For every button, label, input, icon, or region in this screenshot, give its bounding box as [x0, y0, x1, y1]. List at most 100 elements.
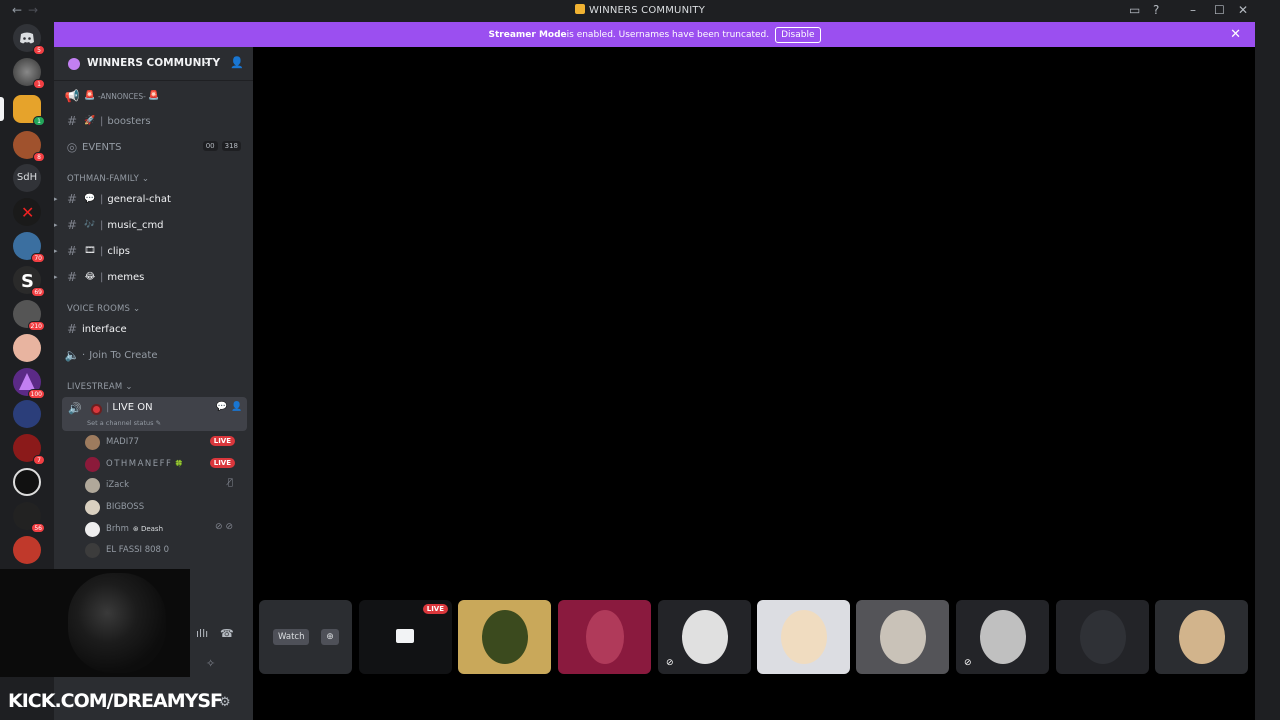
- server-icon[interactable]: 1: [13, 58, 45, 89]
- server-badge: 70: [31, 253, 45, 263]
- close-window-icon[interactable]: ✕: [1238, 3, 1248, 17]
- server-icon[interactable]: [13, 400, 41, 428]
- server-icon[interactable]: 1: [13, 95, 45, 126]
- voice-user[interactable]: OTHMANEFF 🍀 LIVE: [85, 454, 245, 474]
- thread-arrow-icon: ▸: [54, 247, 58, 255]
- svg-text:✕: ✕: [21, 203, 34, 222]
- channel-name: EVENTS: [82, 141, 122, 153]
- live-badge: LIVE: [209, 436, 235, 446]
- participant-tile[interactable]: [1155, 600, 1248, 674]
- stream-preview-tile[interactable]: Watch ⊕: [259, 600, 352, 674]
- server-icon[interactable]: 70: [13, 232, 45, 263]
- mic-muted-icon: 🎙̸: [227, 478, 233, 488]
- server-icon[interactable]: [13, 536, 41, 564]
- screen-share-tile[interactable]: LIVE: [359, 600, 452, 674]
- disconnect-icon[interactable]: ☎: [220, 627, 234, 640]
- server-icon[interactable]: 7: [13, 434, 45, 465]
- participant-tile[interactable]: [458, 600, 551, 674]
- discord-home-icon[interactable]: 5: [13, 24, 45, 55]
- participant-tile[interactable]: ⊘: [658, 600, 751, 674]
- minimize-icon[interactable]: –: [1190, 3, 1196, 17]
- add-member-icon[interactable]: 👤: [231, 402, 242, 412]
- server-icon: [574, 4, 585, 14]
- category-othman-family[interactable]: OTHMAN-FAMILY ⌄: [67, 174, 149, 184]
- avatar: [85, 521, 100, 537]
- voice-user[interactable]: BIGBOSS: [85, 497, 245, 517]
- server-icon[interactable]: ✕: [13, 198, 41, 226]
- disable-streamer-mode-button[interactable]: Disable: [775, 26, 821, 43]
- server-icon[interactable]: 210: [13, 300, 45, 331]
- channel-boosters[interactable]: # 🚀 | boosters: [62, 110, 245, 132]
- voice-user-name: EL FASSI 808 0: [106, 545, 170, 555]
- participant-tile[interactable]: [558, 600, 651, 674]
- channel-name: clips: [107, 245, 130, 257]
- server-icon[interactable]: [13, 468, 41, 496]
- channel-events[interactable]: ◎ EVENTS 00 318: [62, 136, 245, 158]
- activity-icon[interactable]: ✧: [206, 657, 215, 670]
- server-icon[interactable]: 8: [13, 131, 45, 162]
- channel-name: music_cmd: [107, 219, 164, 231]
- chevron-down-icon[interactable]: ⌄: [202, 56, 210, 67]
- category-voice-rooms[interactable]: VOICE ROOMS ⌄: [67, 304, 140, 314]
- voice-user-name: Brhm: [106, 524, 129, 534]
- events-counts: 00 318: [202, 141, 241, 151]
- divider: |: [106, 402, 110, 413]
- music-icon: 🎶: [84, 220, 96, 230]
- channel-status[interactable]: Set a channel status ✎: [87, 419, 161, 427]
- watch-button[interactable]: Watch: [273, 629, 310, 645]
- inbox-icon[interactable]: ▭: [1129, 3, 1140, 17]
- thread-arrow-icon: ▸: [54, 195, 58, 203]
- category-livestream[interactable]: LIVESTREAM ⌄: [67, 382, 133, 392]
- server-icon[interactable]: [13, 334, 41, 362]
- voice-user[interactable]: Brhm ⊛ Deash ⊘ ⊘: [85, 519, 245, 539]
- avatar: [85, 499, 100, 515]
- participant-tile[interactable]: ⊘: [956, 600, 1049, 674]
- laugh-icon: 😂: [84, 272, 96, 282]
- server-badge: 8: [33, 152, 45, 162]
- avatar: [781, 610, 827, 664]
- avatar: [482, 610, 528, 664]
- voice-user[interactable]: MADI77 LIVE: [85, 432, 245, 452]
- participant-tile[interactable]: [757, 600, 850, 674]
- avatar: [1179, 610, 1225, 664]
- channel-name: general-chat: [107, 193, 171, 205]
- server-icon[interactable]: 100: [13, 368, 45, 399]
- server-icon[interactable]: 56: [13, 502, 45, 533]
- avatar: [85, 434, 100, 450]
- avatar: [586, 610, 624, 664]
- channel-annonces[interactable]: 📢 🚨 -ANNONCES- 🚨: [62, 85, 245, 107]
- channel-join-to-create[interactable]: 🔈 · Join To Create: [62, 344, 245, 366]
- voice-user-name: OTHMANEFF: [106, 459, 173, 469]
- hash-icon: #: [66, 114, 78, 128]
- guild-icon: [68, 58, 80, 70]
- zoom-icon[interactable]: ⊕: [321, 629, 339, 645]
- server-badge: 69: [31, 287, 45, 297]
- channel-name: -ANNONCES-: [98, 91, 146, 101]
- guild-header[interactable]: WINNERS COMMUNITY ⌄ 👤: [54, 47, 253, 81]
- help-icon[interactable]: ?: [1153, 3, 1159, 17]
- voice-channel-live-on[interactable]: 🔊 | LIVE ON Set a channel status ✎ 💬 👤: [62, 397, 247, 431]
- chat-icon[interactable]: 💬: [216, 402, 227, 412]
- divider: |: [100, 115, 104, 127]
- category-label: VOICE ROOMS: [67, 304, 131, 314]
- channel-general-chat[interactable]: ▸ # 💬 | general-chat: [54, 188, 245, 210]
- participant-tile[interactable]: [1056, 600, 1149, 674]
- invite-people-icon[interactable]: 👤: [230, 56, 244, 69]
- close-banner-icon[interactable]: ✕: [1230, 27, 1241, 42]
- voice-user-name: MADI77: [106, 437, 140, 447]
- server-icon[interactable]: S 69: [13, 266, 45, 297]
- channel-interface[interactable]: # interface: [62, 318, 245, 340]
- participant-tile[interactable]: [856, 600, 949, 674]
- channel-clips[interactable]: ▸ # 🎞 | clips: [54, 240, 245, 262]
- voice-user-name: iZack: [106, 480, 129, 490]
- server-sdh[interactable]: SdH: [13, 164, 41, 192]
- voice-user[interactable]: EL FASSI 808 0: [85, 540, 245, 560]
- live-badge: LIVE: [209, 458, 235, 468]
- thread-arrow-icon: ▸: [54, 273, 58, 281]
- voice-user[interactable]: iZack 🎙̸: [85, 475, 245, 495]
- banner-text: is enabled. Usernames have been truncate…: [566, 29, 770, 40]
- channel-memes[interactable]: ▸ # 😂 | memes: [54, 266, 245, 288]
- channel-music-cmd[interactable]: ▸ # 🎶 | music_cmd: [54, 214, 245, 236]
- maximize-icon[interactable]: ☐: [1214, 3, 1225, 17]
- soundboard-icon[interactable]: ıllı: [196, 627, 208, 640]
